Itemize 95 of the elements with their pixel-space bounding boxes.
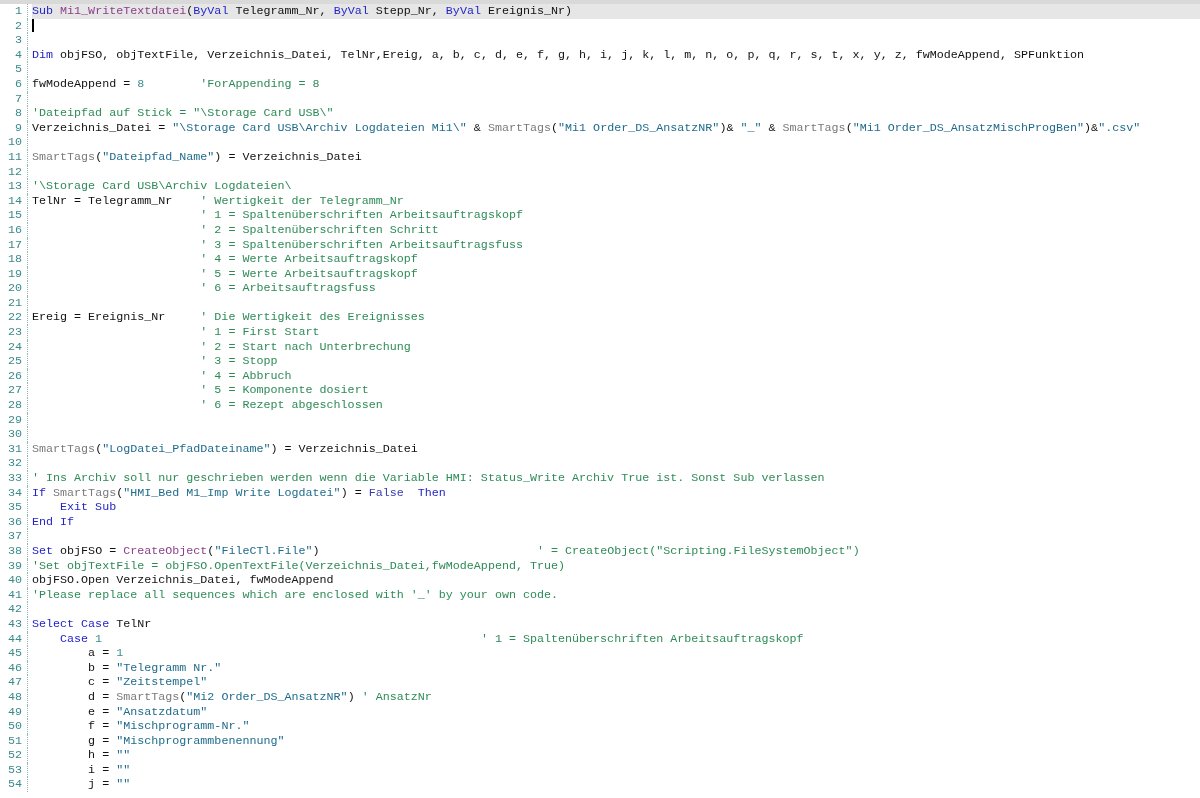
line-number: 46 (6, 660, 22, 676)
code-line: ' 5 = Komponente dosiert (199, 383, 370, 399)
line-number: 13 (6, 179, 22, 194)
line-number: 41 (6, 587, 22, 603)
code-line: g = "Mischprogrammbenennung" (87, 733, 286, 749)
line-number: 53 (6, 762, 22, 778)
line-number: 48 (6, 689, 22, 705)
line-number: 11 (6, 149, 22, 165)
code-line: 'Dateipfad auf Stick = "\Storage Card USB\" (32, 106, 335, 121)
code-line: ' 6 = Rezept abgeschlossen (199, 398, 384, 413)
line-number: 45 (6, 646, 22, 661)
line-number: 36 (6, 514, 22, 530)
line-number: 31 (6, 441, 22, 457)
line-number: 32 (6, 456, 22, 471)
line-number: 21 (6, 295, 22, 311)
code-line: f = "Mischprogramm-Nr." (87, 719, 251, 734)
line-number: 22 (6, 310, 22, 326)
code-line: Verzeichnis_Datei = "\Storage Card USB\Archiv Logdateien Mi1\" & SmartTags("Mi1 Order_DS_AnsatzNR")& "_" & SmartTags("Mi1 Order_DS_AnsatzMischProgBen")&".csv" (32, 120, 1142, 136)
line-number: 23 (6, 325, 22, 340)
line-number: 20 (6, 281, 22, 296)
code-line: SmartTags("Dateipfad_Name") = Verzeichnis_Datei (32, 149, 363, 165)
line-number: 3 (14, 33, 22, 48)
line-number: 18 (6, 252, 22, 267)
line-number: 49 (6, 704, 22, 720)
line-number: 44 (6, 631, 22, 647)
line-number: 12 (6, 164, 22, 180)
line-number: 17 (6, 237, 22, 253)
line-number: 24 (6, 339, 22, 355)
code-line: a = 1 (87, 646, 125, 661)
line-number: 40 (6, 573, 22, 588)
code-line: ' 2 = Start nach Unterbrechung (199, 339, 412, 355)
code-line: 'Set objTextFile = objFSO.OpenTextFile(Verzeichnis_Datei,fwModeAppend, True) (32, 558, 567, 574)
line-number: 38 (6, 543, 22, 559)
line-number: 26 (6, 368, 22, 384)
line-number: 6 (14, 76, 22, 92)
line-number: 9 (14, 120, 22, 136)
code-line: ' 1 = Spaltenüberschriften Arbeitsauftragskopf (199, 208, 524, 223)
code-line: objFSO.Open Verzeichnis_Datei, fwModeAppend (32, 573, 335, 588)
line-number: 8 (14, 106, 22, 121)
code-line: ' 5 = Werte Arbeitsauftragskopf (199, 266, 419, 282)
code-line: ' 2 = Spaltenüberschriften Schritt (199, 222, 440, 238)
line-number: 15 (6, 208, 22, 223)
code-line: ' 4 = Abbruch (199, 368, 293, 384)
code-line: TelNr = Telegramm_Nr ' Wertigkeit der Telegramm_Nr (32, 193, 405, 209)
line-number: 25 (6, 354, 22, 369)
code-line: Ereig = Ereignis_Nr ' Die Wertigkeit des Ereignisses (32, 310, 426, 326)
code-line: j = "" (87, 777, 132, 793)
line-number: 39 (6, 558, 22, 574)
code-line: ' 3 = Spaltenüberschriften Arbeitsauftragsfuss (199, 237, 524, 253)
line-number: 34 (6, 485, 22, 501)
code-line: c = "Zeitstempel" (87, 675, 209, 690)
code-line: If SmartTags("HMI_Bed M1_Imp Write Logdatei") = False Then (32, 485, 447, 501)
line-number: 28 (6, 398, 22, 413)
code-line: Select Case TelNr (32, 616, 153, 632)
code-line: fwModeAppend = 8 'ForAppending = 8 (32, 76, 321, 92)
code-line: e = "Ansatzdatum" (87, 704, 209, 720)
code-line: ' Ins Archiv soll nur geschrieben werden wenn die Variable HMI: Status_Write Archiv True ist. Sonst Sub verlassen (32, 471, 826, 486)
code-line: b = "Telegramm Nr." (87, 660, 223, 676)
line-number: 37 (6, 529, 22, 544)
line-number: 5 (14, 62, 22, 77)
line-number: 14 (6, 193, 22, 209)
code-line: Exit Sub (59, 500, 118, 515)
code-line: h = "" (87, 748, 132, 763)
line-number: 1 (14, 4, 22, 19)
line-number: 52 (6, 748, 22, 763)
code-line: i = "" (87, 762, 132, 778)
line-number: 54 (6, 777, 22, 793)
line-number: 47 (6, 675, 22, 690)
code-line: '\Storage Card USB\Archiv Logdateien\ (32, 179, 293, 194)
line-number: 30 (6, 427, 22, 442)
code-line: SmartTags("LogDatei_PfadDateiname") = Verzeichnis_Datei (32, 441, 419, 457)
line-number: 29 (6, 412, 22, 428)
line-number: 4 (14, 47, 22, 63)
code-line: Set objFSO = CreateObject("FileCTl.File") ' = CreateObject("Scripting.FileSystemObject") (32, 543, 861, 559)
code-line: 'Please replace all sequences which are enclosed with '_' by your own code. (32, 587, 560, 603)
line-number: 51 (6, 733, 22, 749)
code-line: ' 1 = First Start (199, 325, 321, 340)
line-number: 2 (14, 18, 22, 34)
code-line: ' 3 = Stopp (199, 354, 279, 369)
code-line: ' 6 = Arbeitsauftragsfuss (199, 281, 377, 296)
code-line: ' 4 = Werte Arbeitsauftragskopf (199, 252, 419, 267)
line-number: 19 (6, 266, 22, 282)
code-line: Dim objFSO, objTextFile, Verzeichnis_Datei, TelNr,Ereig, a, b, c, d, e, f, g, h, i, j, k, l, m, n, o, p, q, r, s, t, x, y, z, fwModeAppend, SPFunktion (32, 47, 1086, 63)
line-number: 50 (6, 719, 22, 734)
line-number: 10 (6, 135, 22, 150)
line-number: 42 (6, 602, 22, 617)
line-number: 35 (6, 500, 22, 515)
line-number: 7 (14, 91, 22, 107)
line-number: 43 (6, 616, 22, 632)
code-line: d = SmartTags("Mi2 Order_DS_AnsatzNR") ' AnsatzNr (87, 689, 433, 705)
line-number: 16 (6, 222, 22, 238)
code-line: End If (32, 514, 76, 530)
line-number: 27 (6, 383, 22, 399)
code-line: Case 1 ' 1 = Spaltenüberschriften Arbeitsauftragskopf (59, 631, 805, 647)
line-number: 33 (6, 471, 22, 486)
